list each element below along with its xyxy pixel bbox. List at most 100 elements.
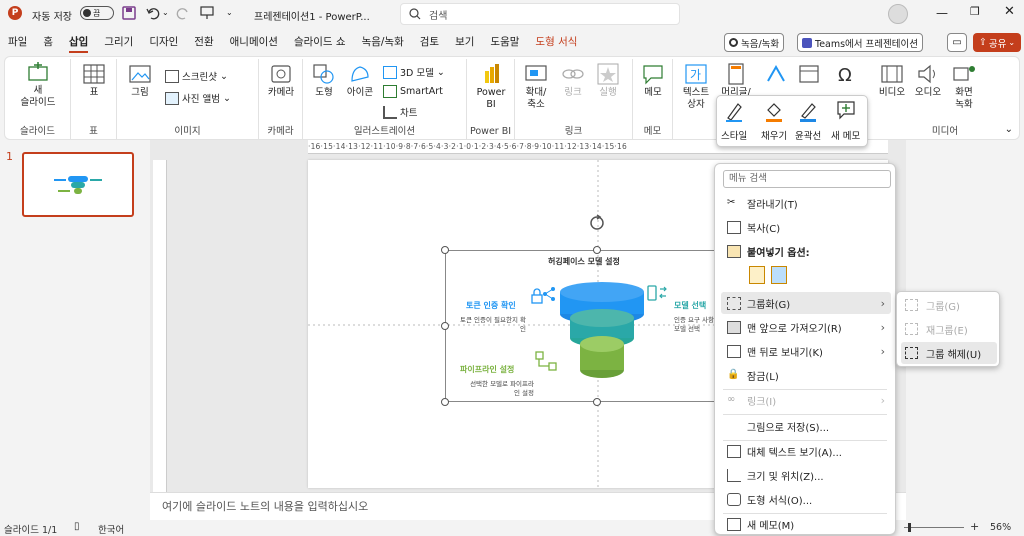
group-label-table: 표	[89, 126, 98, 137]
lock-menu-icon: 🔒	[727, 368, 740, 380]
zoom-level[interactable]: 56%	[990, 522, 1011, 533]
save-icon[interactable]	[122, 6, 136, 20]
tab-record[interactable]: 녹음/녹화	[354, 28, 412, 56]
record-button[interactable]: 녹음/녹화	[724, 33, 785, 52]
camera-button[interactable]: 카메라	[265, 63, 297, 99]
autosave-label: 자동 저장	[32, 12, 72, 23]
rotate-handle-icon[interactable]	[588, 214, 606, 232]
menu-lock[interactable]: 🔒 잠금(L)	[721, 364, 891, 386]
tab-review[interactable]: 검토	[412, 28, 447, 56]
resize-handle[interactable]	[593, 398, 601, 406]
menu-alt-text[interactable]: 대체 텍스트 보기(A)...	[721, 440, 891, 462]
screen-record-button[interactable]: 화면 녹화	[949, 63, 979, 111]
user-avatar[interactable]	[888, 4, 908, 24]
new-memo-button[interactable]: 새 메모	[831, 100, 860, 142]
qat-more-icon[interactable]: ⌄	[226, 8, 233, 17]
pen-icon	[800, 103, 817, 122]
presentation-icon[interactable]	[200, 6, 214, 20]
tab-slideshow[interactable]: 슬라이드 쇼	[286, 28, 354, 56]
chart-button[interactable]: 차트	[383, 105, 417, 119]
menu-save-as-picture-label: 그림으로 저장(S)...	[747, 422, 830, 434]
outline-label: 윤곽선	[795, 131, 822, 142]
tab-design[interactable]: 디자인	[141, 28, 186, 56]
zoom-in-icon[interactable]: +	[970, 520, 979, 533]
memo-button[interactable]: 메모	[639, 63, 667, 99]
group-label-link: 링크	[564, 126, 583, 137]
smartart-button[interactable]: SmartArt	[383, 85, 443, 98]
comments-button[interactable]: ▭	[947, 33, 967, 52]
table-button[interactable]: 표	[81, 63, 107, 99]
undo-dropdown-icon[interactable]: ⌄	[162, 8, 169, 17]
slide-thumbnail[interactable]	[22, 152, 134, 217]
fill-button[interactable]: 채우기	[761, 100, 787, 142]
search-box[interactable]: 검색	[400, 3, 680, 25]
style-button[interactable]: 스타일	[721, 100, 747, 142]
tab-transitions[interactable]: 전환	[186, 28, 221, 56]
zoom-label: 확대/ 축소	[525, 87, 547, 110]
menu-new-memo[interactable]: 새 메모(M)	[721, 513, 891, 535]
menu-cut[interactable]: ✂ 잘라내기(T)	[721, 192, 891, 214]
audio-button[interactable]: 오디오	[913, 63, 943, 99]
tab-view[interactable]: 보기	[447, 28, 482, 56]
redo-icon[interactable]	[176, 6, 190, 20]
datetime-button[interactable]	[797, 63, 821, 87]
new-slide-button[interactable]: 새 슬라이드	[13, 61, 63, 109]
powerbi-button[interactable]: Power BI	[475, 63, 507, 111]
ribbon-collapse-icon[interactable]: ⌄	[1005, 124, 1013, 135]
tab-insert[interactable]: 삽입	[61, 28, 96, 56]
resize-handle[interactable]	[593, 246, 601, 254]
minimize-icon[interactable]: —	[936, 6, 948, 20]
menu-group[interactable]: 그룹화(G) ›	[721, 292, 891, 314]
maximize-icon[interactable]: ❐	[970, 5, 980, 18]
close-icon[interactable]: ✕	[1004, 4, 1015, 19]
menu-bring-front[interactable]: 맨 앞으로 가져오기(R) ›	[721, 316, 891, 338]
paste-keep-format-icon[interactable]	[749, 266, 765, 284]
zoom-slider-thumb[interactable]	[908, 523, 911, 532]
model3d-button[interactable]: 3D 모델 ⌄	[383, 65, 445, 79]
submenu-ungroup[interactable]: 그룹 해제(U)	[901, 342, 997, 364]
zoom-slider[interactable]	[904, 527, 964, 528]
submenu-ungroup-label: 그룹 해제(U)	[926, 349, 982, 361]
header-button[interactable]: 머리글/	[719, 63, 753, 99]
icon-button[interactable]: 아이콘	[343, 63, 377, 99]
menu-send-back[interactable]: 맨 뒤로 보내기(K) ›	[721, 340, 891, 362]
outline-button[interactable]: 윤곽선	[795, 100, 821, 142]
autosave-toggle[interactable]: 끔	[80, 6, 114, 20]
teams-present-button[interactable]: Teams에서 프레젠테이션	[797, 33, 923, 52]
undo-icon[interactable]	[146, 6, 160, 20]
accessibility-icon[interactable]: ▯	[74, 521, 80, 532]
resize-handle[interactable]	[441, 398, 449, 406]
zoom-button[interactable]: 확대/ 축소	[519, 63, 553, 111]
textbox-button[interactable]: 가 텍스트 상자	[679, 63, 713, 111]
action-button[interactable]: 실행	[593, 63, 623, 99]
screenshot-button[interactable]: 스크린샷 ⌄	[165, 69, 228, 83]
context-menu: 메뉴 검색 ✂ 잘라내기(T) 복사(C) 붙여넣기 옵션: 그룹화(G) › 맨 …	[714, 163, 896, 535]
menu-search-input[interactable]: 메뉴 검색	[723, 170, 891, 188]
tab-animations[interactable]: 애니메이션	[222, 28, 286, 56]
tab-help[interactable]: 도움말	[482, 28, 527, 56]
tab-home[interactable]: 홈	[35, 28, 61, 56]
wordart-button[interactable]	[761, 63, 791, 87]
tab-draw[interactable]: 그리기	[96, 28, 141, 56]
tab-file[interactable]: 파일	[0, 28, 35, 56]
submenu-regroup[interactable]: 재그룹(E)	[901, 318, 997, 340]
video-button[interactable]: 비디오	[877, 63, 907, 99]
tab-shape-format[interactable]: 도형 서식	[527, 28, 585, 56]
link-button[interactable]: 링크	[559, 63, 587, 99]
photo-album-button[interactable]: 사진 앨범 ⌄	[165, 91, 231, 105]
menu-format-shape[interactable]: 도형 서식(O)...	[721, 488, 891, 510]
resize-handle[interactable]	[441, 246, 449, 254]
menu-save-as-picture[interactable]: 그림으로 저장(S)...	[721, 415, 891, 437]
blank-icon	[727, 420, 741, 433]
audio-label: 오디오	[914, 87, 942, 98]
menu-size-position[interactable]: 크기 및 위치(Z)...	[721, 464, 891, 486]
image-button[interactable]: 그림	[125, 63, 155, 99]
menu-link[interactable]: ∞ 링크(I) ›	[721, 389, 891, 411]
language-status[interactable]: 한국어	[98, 522, 124, 536]
share-button[interactable]: ⇪ 공유 ⌄	[973, 33, 1021, 52]
symbol-button[interactable]: Ω	[831, 63, 861, 87]
shape-button[interactable]: 도형	[309, 63, 339, 99]
paste-picture-icon[interactable]	[771, 266, 787, 284]
submenu-group[interactable]: 그룹(G)	[901, 294, 997, 316]
menu-copy[interactable]: 복사(C)	[721, 216, 891, 238]
